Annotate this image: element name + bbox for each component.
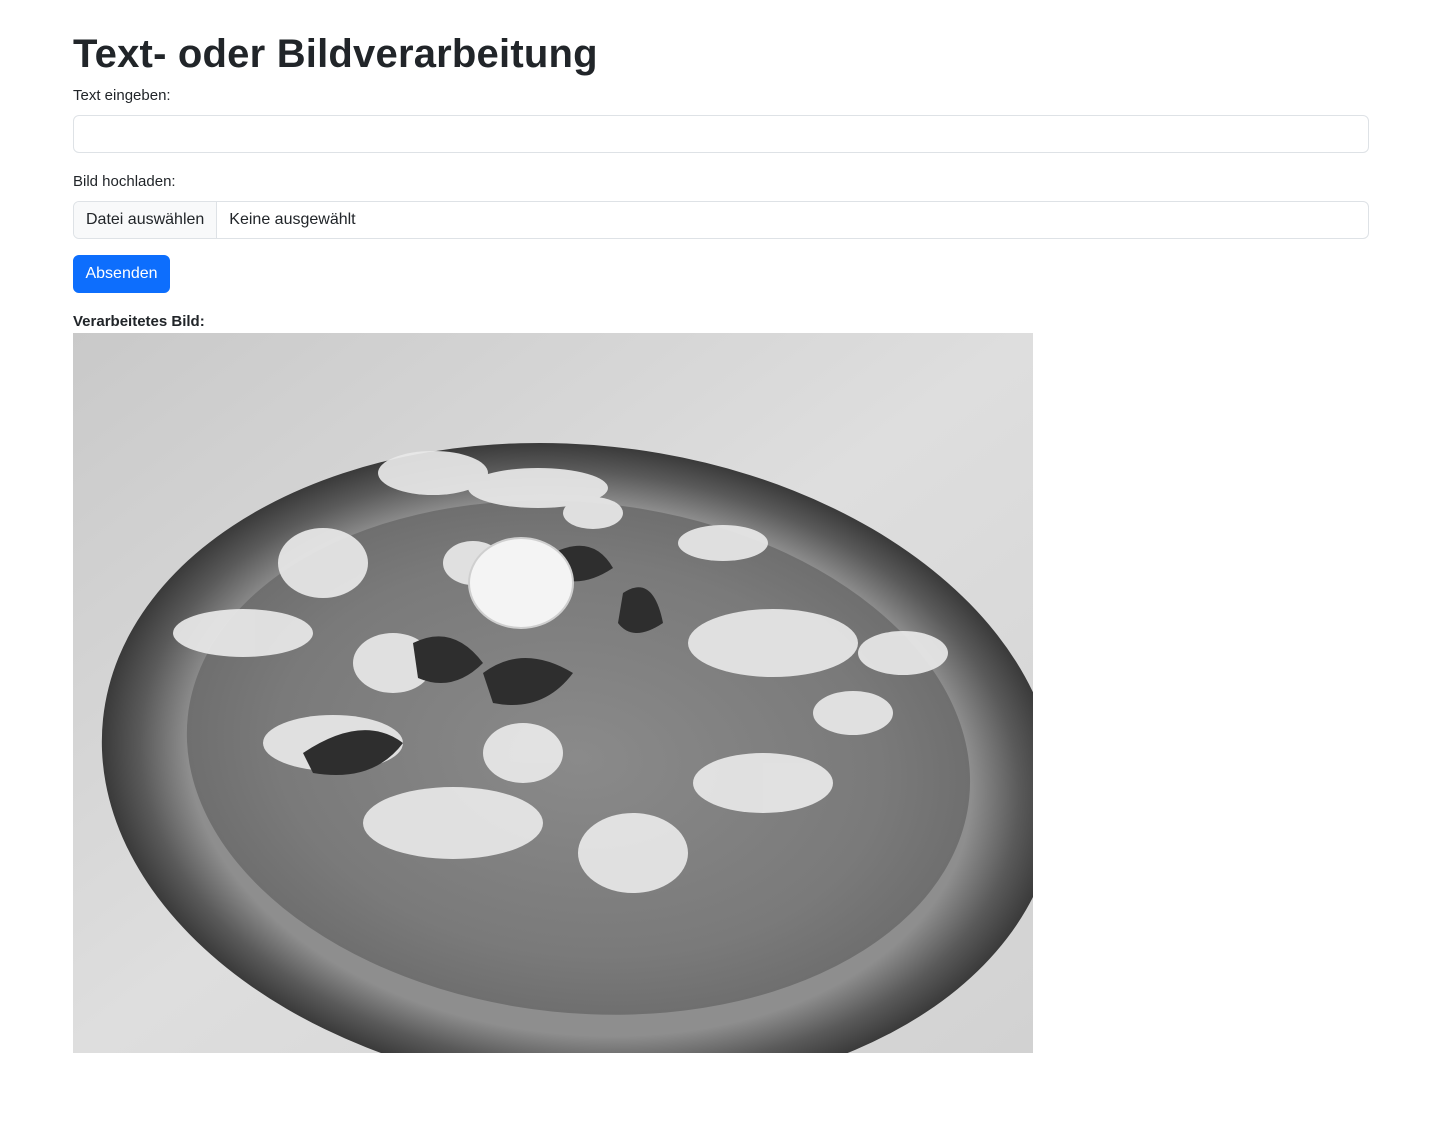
submit-button[interactable]: Absenden [73,255,170,293]
text-input[interactable] [73,115,1369,153]
processed-image [73,333,1033,1053]
image-upload-field[interactable]: Datei auswählen Keine ausgewählt [73,201,1369,239]
page-title: Text- oder Bildverarbeitung [73,32,598,76]
result-label: Verarbeitetes Bild: [73,313,205,330]
choose-file-button[interactable]: Datei auswählen [74,202,218,238]
image-upload-label: Bild hochladen: [73,173,176,190]
burrata [468,537,574,629]
text-input-label: Text eingeben: [73,87,171,104]
file-status-text: Keine ausgewählt [229,211,356,228]
